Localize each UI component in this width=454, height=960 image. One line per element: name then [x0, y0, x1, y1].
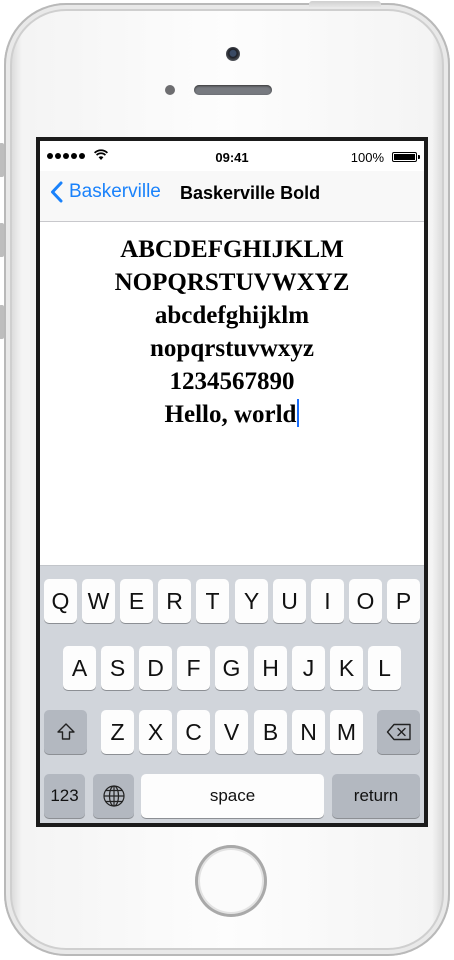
text-editor[interactable]: ABCDEFGHIJKLM NOPQRSTUVWXYZ abcdefghijkl… [40, 233, 424, 431]
delete-key[interactable] [377, 710, 420, 754]
volume-up-button [0, 223, 4, 257]
key-i[interactable]: I [311, 579, 344, 623]
keyboard: Q W E R T Y U I O P A S D F G H J K L Z … [40, 565, 424, 823]
key-j[interactable]: J [292, 646, 325, 690]
volume-down-button [0, 305, 4, 339]
front-camera [226, 47, 240, 61]
key-w[interactable]: W [82, 579, 115, 623]
text-line: abcdefghijklm [154, 302, 310, 329]
key-m[interactable]: M [330, 710, 363, 754]
key-l[interactable]: L [368, 646, 401, 690]
text-line: 1234567890 [169, 368, 295, 395]
key-r[interactable]: R [158, 579, 191, 623]
key-d[interactable]: D [139, 646, 172, 690]
text-line: Hello, world [164, 401, 297, 428]
status-bar: 09:41 100% [40, 141, 424, 171]
home-button[interactable] [195, 845, 267, 917]
key-p[interactable]: P [387, 579, 420, 623]
sleep-button [309, 1, 381, 7]
numbers-key[interactable]: 123 [44, 774, 85, 818]
space-key[interactable]: space [141, 774, 324, 818]
text-line: NOPQRSTUVWXYZ [114, 269, 350, 296]
key-s[interactable]: S [101, 646, 134, 690]
return-key[interactable]: return [332, 774, 420, 818]
back-button-label: Baskerville [69, 181, 161, 202]
chevron-left-icon [51, 181, 63, 203]
phone-frame: 09:41 100% Baskerville Baskerville Bold … [0, 1, 450, 956]
key-t[interactable]: T [196, 579, 229, 623]
backspace-icon [386, 723, 411, 741]
text-cursor [297, 399, 300, 427]
back-button[interactable]: Baskerville [50, 181, 161, 203]
battery-icon [392, 152, 420, 162]
key-x[interactable]: X [139, 710, 172, 754]
proximity-sensor [165, 85, 175, 95]
text-line: nopqrstuvwxyz [150, 335, 314, 362]
key-n[interactable]: N [292, 710, 325, 754]
text-line: ABCDEFGHIJKLM [120, 236, 344, 263]
key-o[interactable]: O [349, 579, 382, 623]
key-e[interactable]: E [120, 579, 153, 623]
key-u[interactable]: U [273, 579, 306, 623]
shift-key[interactable] [44, 710, 87, 754]
key-g[interactable]: G [215, 646, 248, 690]
navigation-bar: Baskerville Baskerville Bold [40, 171, 424, 222]
key-z[interactable]: Z [101, 710, 134, 754]
shift-arrow-icon [56, 723, 75, 740]
globe-key[interactable] [93, 774, 134, 818]
globe-icon [102, 785, 125, 807]
mute-switch [0, 143, 4, 177]
key-b[interactable]: B [254, 710, 287, 754]
key-f[interactable]: F [177, 646, 210, 690]
key-v[interactable]: V [215, 710, 248, 754]
earpiece-speaker [194, 85, 272, 95]
key-h[interactable]: H [254, 646, 287, 690]
key-q[interactable]: Q [44, 579, 77, 623]
page-title: Baskerville Bold [180, 183, 321, 203]
key-y[interactable]: Y [235, 579, 268, 623]
key-a[interactable]: A [63, 646, 96, 690]
key-k[interactable]: K [330, 646, 363, 690]
battery-percentage: 100% [350, 150, 384, 165]
key-c[interactable]: C [177, 710, 210, 754]
screen: 09:41 100% Baskerville Baskerville Bold … [36, 137, 428, 827]
